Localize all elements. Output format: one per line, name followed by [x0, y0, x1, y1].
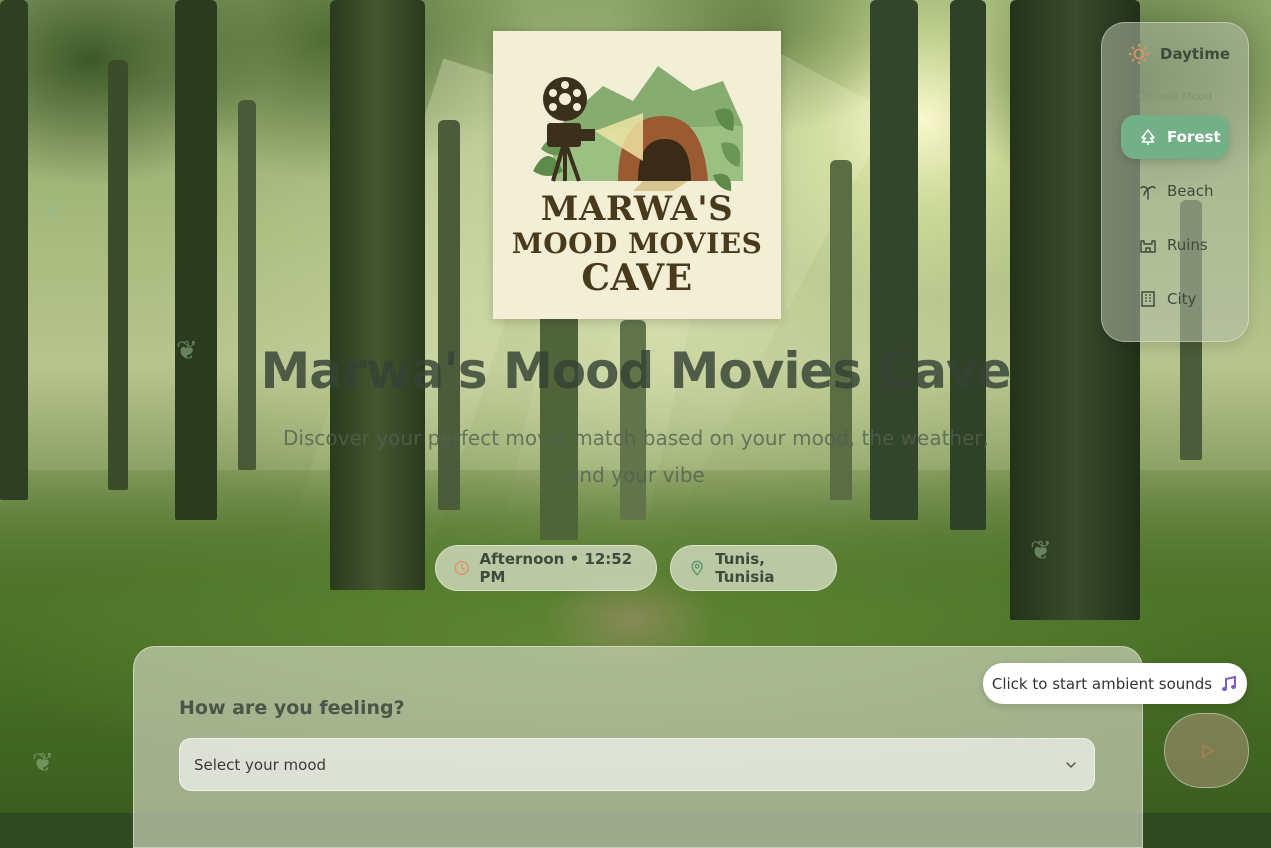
mood-city-button[interactable]: City [1121, 277, 1229, 321]
sun-icon [1128, 43, 1150, 65]
ambient-sound-tooltip: Click to start ambient sounds [983, 663, 1247, 704]
page-title: Marwa's Mood Movies Cave [260, 342, 1011, 400]
feeling-question: How are you feeling? [179, 697, 405, 719]
tree-icon [1141, 129, 1155, 145]
location-pill: Tunis, Tunisia [670, 545, 837, 591]
chevron-down-icon [1066, 761, 1076, 768]
map-pin-icon [691, 560, 703, 576]
logo-text-line3: CAVE [581, 257, 693, 299]
leaf-icon: ❦ [32, 748, 54, 778]
leaf-icon: ❦ [42, 196, 64, 226]
mood-forest-button[interactable]: Forest [1121, 115, 1229, 159]
clock-icon [454, 560, 469, 576]
music-note-icon [1222, 675, 1237, 691]
palm-icon [1140, 185, 1156, 200]
mood-select[interactable]: Select your mood [179, 738, 1095, 791]
choose-mood-label: Choose Mood [1137, 90, 1213, 103]
castle-icon [1140, 240, 1156, 253]
daytime-toggle[interactable]: Daytime [1128, 43, 1230, 65]
leaf-icon: ❦ [1030, 536, 1052, 566]
mood-ruins-label: Ruins [1167, 236, 1208, 254]
logo-text-line2: MOOD MOVIES [511, 227, 763, 260]
location-label: Tunis, Tunisia [715, 550, 775, 586]
ambient-tooltip-text: Click to start ambient sounds [991, 674, 1213, 693]
daytime-label: Daytime [1160, 45, 1231, 63]
mood-beach-button[interactable]: Beach [1121, 169, 1229, 213]
mood-city-label: City [1167, 290, 1197, 308]
mood-scene-panel: Daytime Choose Mood Forest Beach Ruins C… [1101, 22, 1249, 342]
mood-forest-label: Forest [1167, 128, 1221, 146]
time-pill: Afternoon • 12:52 PM [435, 545, 657, 591]
mood-beach-label: Beach [1167, 182, 1214, 200]
mood-select-value: Select your mood [194, 755, 327, 774]
play-icon [1201, 743, 1214, 758]
building-icon [1141, 291, 1155, 307]
ambient-play-button[interactable] [1164, 713, 1249, 788]
time-label: Afternoon • 12:52 PM [479, 550, 633, 586]
mood-ruins-button[interactable]: Ruins [1121, 223, 1229, 267]
page-subtitle: Discover your perfect movie match based … [283, 426, 989, 487]
site-logo: MARWA'S MOOD MOVIES CAVE [493, 31, 781, 319]
logo-text-line1: MARWA'S [540, 189, 734, 229]
